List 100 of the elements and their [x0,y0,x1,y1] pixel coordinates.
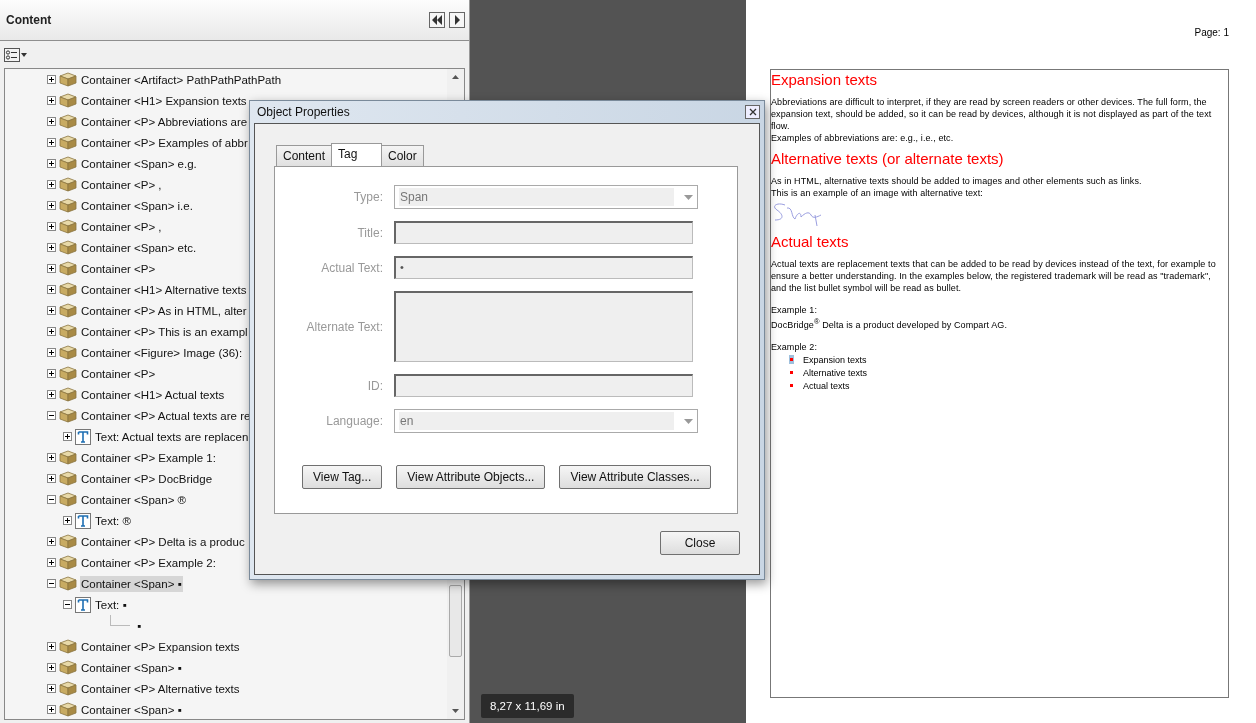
tree-item[interactable]: Container <Artifact> PathPathPathPath [80,71,283,88]
tree-item[interactable]: Container <P> Delta is a produc [80,533,246,550]
expander-icon[interactable] [47,117,56,126]
expander-icon[interactable] [47,264,56,273]
expander-icon[interactable] [47,285,56,294]
tree-item[interactable]: Container <Figure> Image (36): [80,344,244,361]
scrollbar-thumb[interactable] [449,585,462,657]
box-icon [59,303,77,318]
expander-icon[interactable] [47,411,56,420]
expander-icon[interactable] [47,390,56,399]
expander-icon[interactable] [47,453,56,462]
expander-icon[interactable] [47,369,56,378]
tree-item[interactable]: Container <P> As in HTML, alter [80,302,248,319]
tree-item[interactable]: Container <Span> ▪ [80,659,183,676]
tree-item[interactable]: Container <P> [80,260,157,277]
text-type-icon [75,512,91,529]
tree-item[interactable]: Container <P> Alternative texts [80,680,241,697]
expander-icon[interactable] [47,474,56,483]
box-icon [59,198,77,213]
expander-icon[interactable] [47,684,56,693]
scroll-down-icon[interactable] [452,709,459,713]
tab[interactable]: Tag [331,143,383,166]
box-icon [59,660,77,675]
expander-icon[interactable] [63,600,72,609]
expander-icon[interactable] [47,663,56,672]
close-icon[interactable] [745,105,760,119]
tree-item[interactable]: Text: ▪ [94,596,128,613]
tree-item[interactable]: Container <Span> ® [80,491,188,508]
expander-icon[interactable] [47,537,56,546]
document-heading: Actual texts [771,233,850,250]
expander-icon[interactable] [63,516,72,525]
tree-item[interactable]: Container <P> , [80,176,163,193]
expander-icon[interactable] [47,495,56,504]
box-icon [59,702,77,717]
tree-item[interactable]: Container <Span> etc. [80,239,198,256]
dialog-button[interactable]: View Attribute Classes... [559,465,711,489]
list-item-text: Expansion texts [803,354,867,365]
tree-item[interactable]: Container <P> Example 2: [80,554,217,571]
expander-icon[interactable] [47,327,56,336]
expander-icon[interactable] [47,705,56,714]
tree-item[interactable]: ▪ [136,617,143,634]
tree-item[interactable]: Container <H1> Actual texts [80,386,226,403]
tree-item[interactable]: Container <P> [80,365,157,382]
box-icon [59,282,77,297]
page-number: Page: 1 [1194,27,1229,38]
box-icon [59,156,77,171]
tree-item[interactable]: Container <P> Example 1: [80,449,217,466]
tree-item[interactable]: Container <H1> Expansion texts [80,92,248,109]
box-icon [59,114,77,129]
expander-icon[interactable] [47,159,56,168]
expander-icon[interactable] [47,243,56,252]
tree-item[interactable]: Container <Span> i.e. [80,197,194,214]
expander-icon[interactable] [47,222,56,231]
field-label: ID: [366,378,383,393]
expander-icon[interactable] [47,96,56,105]
document-paragraph: Actual texts are replacement texts that can be added to be read by devices instead of the text, for example to ensure a better understanding. In the examples below, the registered trademark will be read as "trademark", and the list bullet symbol will be read as bullet. [771,258,1217,294]
tree-item[interactable]: Container <P> Abbreviations are [80,113,249,130]
collapse-panel-button[interactable] [429,12,445,28]
tree-item[interactable]: Container <P> , [80,218,163,235]
expander-icon[interactable] [63,432,72,441]
box-icon [59,639,77,654]
tab[interactable]: Color [381,145,424,166]
next-panel-button[interactable] [449,12,465,28]
double-left-arrow-icon [431,15,443,25]
expander-icon[interactable] [47,579,56,588]
field-label: Alternate Text: [305,319,383,334]
dialog-button[interactable]: View Tag... [302,465,383,489]
scroll-up-icon[interactable] [452,75,459,79]
expander-icon[interactable] [47,306,56,315]
dialog-button[interactable]: View Attribute Objects... [396,465,546,489]
document-paragraph: Examples of abbreviations are: e.g., i.e., etc. [771,132,955,144]
expander-icon[interactable] [47,201,56,210]
options-menu-button[interactable] [4,47,28,62]
text-area[interactable] [394,291,693,362]
tree-item[interactable]: Container <Span> e.g. [80,155,198,172]
right-arrow-icon [453,15,461,25]
tree-item[interactable]: Container <H1> Alternative texts [80,281,248,298]
box-icon [59,387,77,402]
expander-icon[interactable] [47,138,56,147]
panel-title: Content [6,13,52,27]
tab[interactable]: Content [276,145,333,166]
box-icon [59,366,77,381]
tree-item[interactable]: Text: Actual texts are replacen [94,428,250,445]
expander-icon[interactable] [47,348,56,357]
tree-item[interactable]: Container <P> DocBridge [80,470,214,487]
tree-item[interactable]: Container <P> Examples of abbr [80,134,249,151]
tree-item[interactable]: Container <P> This is an exampl [80,323,249,340]
tree-item[interactable]: Container <Span> ▪ [80,575,183,592]
tree-item[interactable]: Container <P> Expansion texts [80,638,241,655]
expander-icon[interactable] [47,180,56,189]
tree-item[interactable]: Text: ® [94,512,132,529]
expander-icon[interactable] [47,558,56,567]
document-paragraph: Abbreviations are difficult to interpret, if they are read by screen readers or other devices. The full form, the expansion text, should be added, so it can be read by devices, although it is not displayed as part of the text flow. [771,96,1213,132]
tree-item[interactable]: Container <Span> ▪ [80,701,183,718]
box-icon [59,345,77,360]
expander-icon[interactable] [47,642,56,651]
input-field[interactable] [394,374,693,397]
input-field[interactable] [394,221,693,244]
close-button[interactable]: Close [660,531,740,555]
expander-icon[interactable] [47,75,56,84]
